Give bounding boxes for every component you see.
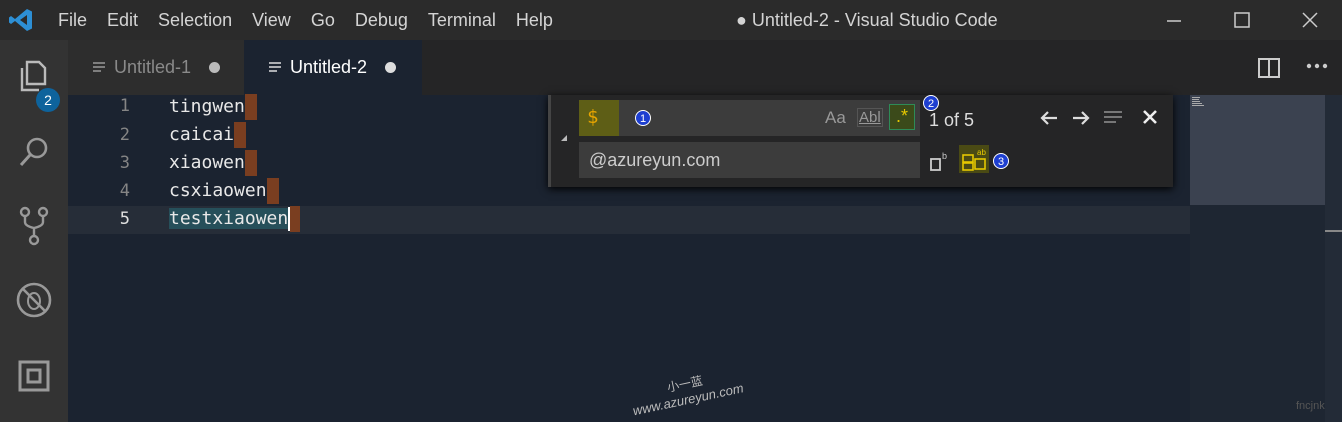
code-text: csxiaowen (169, 180, 267, 201)
minimap-text (1192, 97, 1204, 107)
selected-code-text: testxiaowen (169, 208, 289, 229)
file-lines-icon (269, 61, 281, 72)
previous-match-button[interactable] (1039, 109, 1059, 132)
extensions-button[interactable] (6, 348, 62, 404)
find-value-highlight (579, 100, 619, 136)
find-input[interactable]: $ 1 Aa Abl .* (579, 100, 920, 136)
corner-watermark: fncjnk (1296, 400, 1325, 412)
ellipsis-icon (1306, 63, 1328, 69)
replace-one-button[interactable]: b (929, 150, 951, 177)
svg-text:ab: ab (977, 148, 986, 157)
maximize-button[interactable] (1210, 0, 1274, 40)
code-line[interactable]: caicai (169, 122, 247, 148)
debug-button[interactable] (6, 272, 62, 328)
close-icon (1302, 12, 1318, 28)
find-value: $ (587, 106, 599, 128)
selection-lines-icon (1104, 111, 1122, 123)
more-actions-button[interactable] (1306, 54, 1328, 80)
source-control-button[interactable] (6, 198, 62, 254)
split-editor-button[interactable] (1258, 58, 1280, 83)
next-match-button[interactable] (1071, 109, 1091, 132)
menu-edit[interactable]: Edit (107, 10, 138, 31)
replace-icon: b (930, 151, 947, 171)
match-marker (290, 206, 301, 232)
code-text: tingwen (169, 96, 245, 117)
file-lines-icon (93, 61, 105, 72)
menu-file[interactable]: File (58, 10, 87, 31)
replace-all-button[interactable]: ab (959, 145, 989, 173)
window-title: ● Untitled-2 - Visual Studio Code (736, 10, 998, 30)
whole-word-button[interactable]: Abl (857, 108, 883, 127)
line-number: 4 (119, 181, 130, 201)
menu-terminal[interactable]: Terminal (428, 10, 496, 31)
match-marker (244, 94, 257, 120)
source-control-icon (19, 206, 49, 246)
code-line[interactable]: csxiaowen (169, 178, 279, 204)
maximize-icon (1234, 12, 1250, 28)
code-line[interactable]: testxiaowen (169, 206, 301, 232)
minimap[interactable] (1190, 95, 1325, 422)
menu-go[interactable]: Go (311, 10, 335, 31)
line-number: 2 (119, 125, 130, 145)
match-marker (266, 178, 279, 204)
svg-text:b: b (942, 151, 947, 161)
explorer-badge: 2 (36, 88, 60, 112)
callout-1: 1 (635, 110, 651, 126)
close-icon (1143, 110, 1157, 124)
close-find-button[interactable] (1142, 109, 1158, 130)
match-marker (244, 150, 257, 176)
explorer-button[interactable]: 2 (6, 48, 62, 112)
regex-button[interactable]: .* (889, 104, 915, 130)
arrow-right-icon (1073, 111, 1090, 125)
title-bar: File Edit Selection View Go Debug Termin… (0, 0, 1342, 40)
line-number: 1 (119, 96, 130, 116)
line-number: 3 (119, 153, 130, 173)
toggle-replace-button[interactable] (559, 133, 569, 146)
tab-untitled-1[interactable]: Untitled-1 (68, 40, 244, 95)
activity-bar: 2 (0, 40, 68, 422)
tab-label: Untitled-1 (114, 57, 192, 77)
close-window-button[interactable] (1278, 0, 1342, 40)
tab-bar: Untitled-1 Untitled-2 (68, 40, 1342, 95)
code-line[interactable]: xiaowen (169, 150, 257, 176)
menu-bar: File Edit Selection View Go Debug Termin… (48, 0, 563, 40)
replace-all-icon: ab (962, 148, 986, 171)
tab-label: Untitled-2 (290, 57, 368, 77)
search-icon (19, 137, 48, 167)
minimize-button[interactable] (1142, 0, 1206, 40)
code-line[interactable]: tingwen (169, 94, 257, 120)
search-button[interactable] (6, 124, 62, 180)
match-marker (234, 122, 247, 148)
menu-view[interactable]: View (252, 10, 291, 31)
split-editor-icon (1258, 58, 1280, 78)
chevron-down-icon (561, 135, 567, 141)
minimap-viewport[interactable] (1190, 95, 1325, 205)
code-text: caicai (169, 124, 235, 145)
line-number: 5 (119, 209, 130, 229)
dirty-dot-icon (385, 62, 397, 73)
extensions-icon (18, 360, 50, 392)
dirty-dot-icon (209, 62, 221, 73)
find-in-selection-button[interactable] (1103, 110, 1123, 131)
match-case-button[interactable]: Aa (825, 108, 846, 128)
replace-value: @azureyun.com (589, 150, 721, 170)
minimize-icon (1167, 20, 1181, 22)
match-count: 1 of 5 (929, 110, 975, 130)
replace-input[interactable]: @azureyun.com (579, 142, 920, 178)
tab-untitled-2[interactable]: Untitled-2 (244, 40, 422, 95)
code-text: xiaowen (169, 152, 245, 173)
menu-selection[interactable]: Selection (158, 10, 232, 31)
arrow-left-icon (1040, 111, 1057, 125)
scroll-position-marker (1325, 230, 1342, 232)
menu-help[interactable]: Help (516, 10, 553, 31)
vertical-scrollbar[interactable] (1325, 95, 1342, 422)
debug-icon (16, 282, 52, 318)
find-replace-widget: $ 1 Aa Abl .* 2 1 of 5 @azureyun.com b a… (548, 95, 1173, 187)
vscode-logo-icon (9, 9, 32, 31)
callout-3: 3 (993, 153, 1009, 169)
menu-debug[interactable]: Debug (355, 10, 408, 31)
callout-2: 2 (923, 95, 939, 111)
